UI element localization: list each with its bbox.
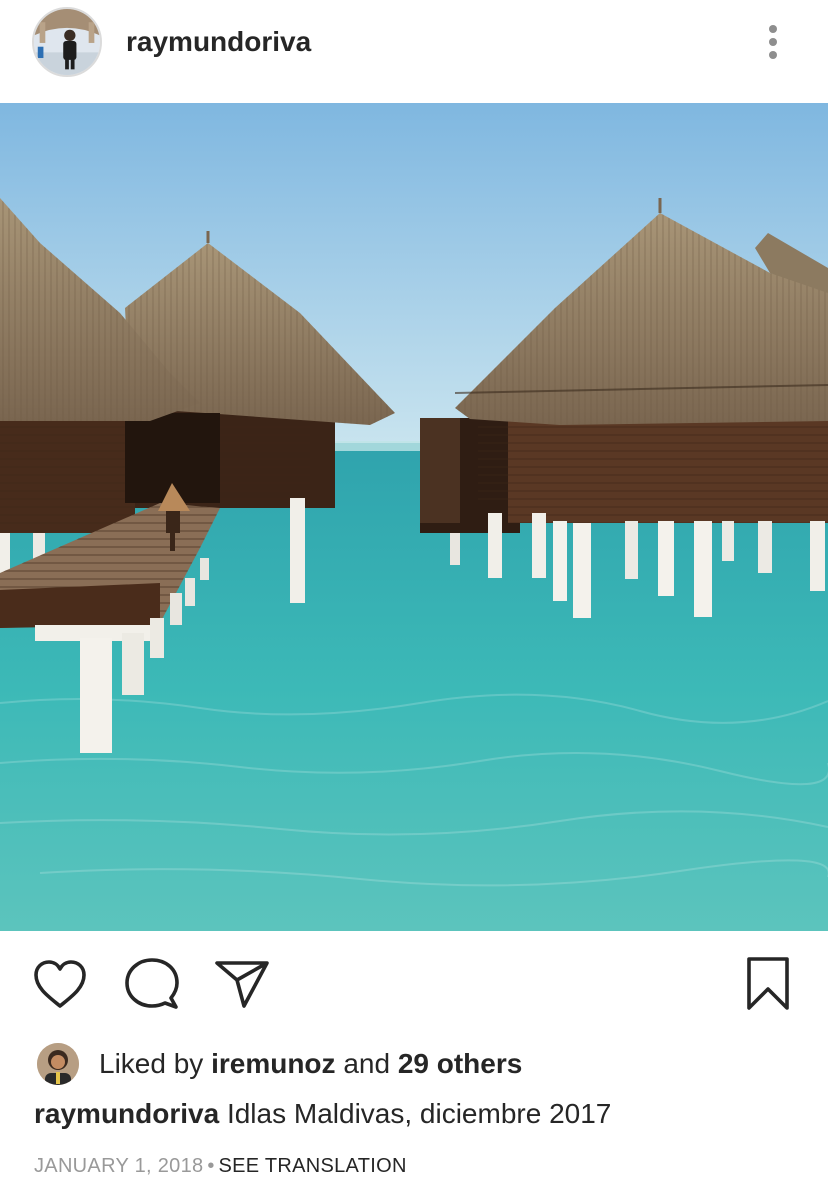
- liked-by-user[interactable]: iremunoz: [211, 1048, 335, 1079]
- post-username[interactable]: raymundoriva: [126, 26, 311, 58]
- likes-row: Liked by iremunoz and 29 others: [37, 1041, 522, 1087]
- comment-icon[interactable]: [121, 953, 183, 1015]
- post-photo[interactable]: [0, 103, 828, 931]
- liked-by-prefix: Liked by: [99, 1048, 204, 1079]
- send-icon[interactable]: [211, 953, 273, 1015]
- bookmark-icon[interactable]: [737, 953, 799, 1015]
- see-translation-link[interactable]: SEE TRANSLATION: [218, 1155, 406, 1177]
- post-meta: JANUARY 1, 2018 • SEE TRANSLATION: [34, 1155, 407, 1178]
- action-bar: [0, 931, 828, 1036]
- liked-by-others[interactable]: 29 others: [398, 1048, 523, 1079]
- avatar-image: [34, 9, 100, 75]
- post-caption: raymundoriva Idlas Maldivas, diciembre 2…: [34, 1098, 611, 1130]
- heart-icon[interactable]: [29, 953, 91, 1015]
- meta-separator: •: [207, 1155, 215, 1177]
- liker-avatar[interactable]: [37, 1043, 79, 1085]
- user-avatar[interactable]: [32, 7, 102, 77]
- likes-summary: Liked by iremunoz and 29 others: [99, 1048, 522, 1080]
- caption-text: Idlas Maldivas, diciembre 2017: [226, 1098, 612, 1129]
- post-date: JANUARY 1, 2018: [34, 1155, 204, 1177]
- post-header: raymundoriva: [0, 0, 828, 103]
- more-vertical-icon[interactable]: [756, 20, 790, 64]
- liker-avatar-image: [37, 1043, 79, 1085]
- bungalows-photo: [0, 103, 828, 931]
- caption-username[interactable]: raymundoriva: [34, 1098, 219, 1129]
- liked-by-and: and: [343, 1048, 391, 1079]
